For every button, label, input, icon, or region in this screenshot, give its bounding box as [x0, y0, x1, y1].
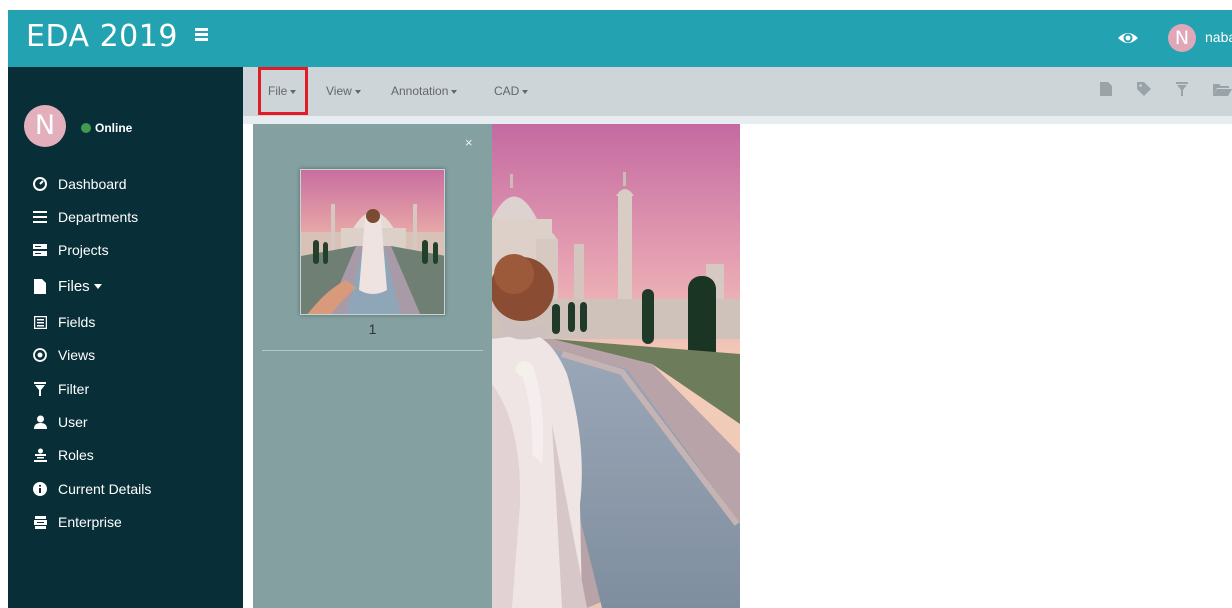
- sidebar-item-label: Departments: [58, 209, 139, 225]
- view-menu[interactable]: View: [326, 84, 361, 98]
- close-icon[interactable]: ×: [465, 135, 473, 150]
- sidebar-avatar: N: [24, 105, 66, 147]
- thumbnail-divider: [262, 350, 483, 351]
- list-icon: [32, 209, 48, 225]
- chevron-down-icon: [451, 90, 458, 94]
- user-icon: [32, 414, 48, 430]
- sidebar-item-label: Views: [58, 347, 96, 363]
- views-icon: [32, 347, 48, 363]
- sidebar-item-projects[interactable]: Projects: [32, 239, 109, 261]
- sidebar-item-files[interactable]: Files: [32, 275, 102, 297]
- roles-icon: [32, 447, 48, 463]
- top-header: EDA 2019 N naba: [8, 10, 1232, 67]
- annotation-menu-label: Annotation: [391, 84, 449, 98]
- cad-menu[interactable]: CAD: [494, 84, 529, 98]
- info-icon: [32, 481, 48, 497]
- sidebar-item-label: User: [58, 414, 88, 430]
- sidebar: N Online Dashboard Departments Projects …: [8, 67, 243, 608]
- sidebar-item-label: Fields: [58, 314, 96, 330]
- projects-icon: [32, 242, 48, 258]
- sidebar-item-views[interactable]: Views: [32, 344, 95, 366]
- folder-open-icon[interactable]: [1213, 82, 1232, 98]
- sidebar-item-label: Projects: [58, 242, 109, 258]
- enterprise-icon: [32, 514, 48, 530]
- sidebar-item-fields[interactable]: Fields: [32, 311, 95, 333]
- toolbar-divider-strip: [243, 116, 1232, 124]
- new-file-icon[interactable]: [1100, 82, 1116, 98]
- viewer-toolbar: File View Annotation CAD: [243, 67, 1232, 116]
- hamburger-menu-icon[interactable]: [195, 28, 209, 42]
- annotation-menu[interactable]: Annotation: [391, 84, 458, 98]
- file-menu-highlight: [258, 67, 308, 115]
- fields-icon: [32, 314, 48, 330]
- online-label: Online: [95, 121, 133, 135]
- sidebar-item-enterprise[interactable]: Enterprise: [32, 511, 122, 533]
- page-number: 1: [368, 321, 377, 337]
- chevron-down-icon: [522, 90, 529, 94]
- sidebar-item-label: Enterprise: [58, 514, 122, 530]
- tag-icon[interactable]: [1137, 82, 1153, 98]
- eye-icon[interactable]: [1116, 27, 1140, 49]
- view-menu-label: View: [326, 84, 352, 98]
- thumbnail-panel: × 1: [253, 124, 492, 608]
- sidebar-item-current-details[interactable]: Current Details: [32, 478, 151, 500]
- document-image[interactable]: [492, 124, 740, 608]
- sidebar-item-label: Filter: [58, 381, 90, 397]
- sidebar-item-departments[interactable]: Departments: [32, 206, 138, 228]
- sidebar-item-label: Dashboard: [58, 176, 127, 192]
- chevron-down-icon: [354, 90, 361, 94]
- filter-icon[interactable]: [1176, 82, 1192, 98]
- sidebar-item-roles[interactable]: Roles: [32, 444, 94, 466]
- app-brand[interactable]: EDA 2019: [26, 19, 178, 54]
- online-dot-icon: [81, 123, 91, 133]
- filter-icon: [32, 381, 48, 397]
- user-avatar[interactable]: N: [1168, 24, 1196, 52]
- sidebar-item-label: Current Details: [58, 481, 152, 497]
- online-status: Online: [81, 121, 132, 135]
- sidebar-item-dashboard[interactable]: Dashboard: [32, 173, 127, 195]
- sidebar-item-label: Roles: [58, 447, 94, 463]
- sidebar-item-user[interactable]: User: [32, 411, 88, 433]
- cad-menu-label: CAD: [494, 84, 520, 98]
- sidebar-item-filter[interactable]: Filter: [32, 378, 89, 400]
- chevron-down-icon: [93, 283, 102, 289]
- sidebar-item-label: Files: [58, 277, 90, 295]
- page-thumbnail[interactable]: [300, 169, 445, 315]
- dashboard-icon: [32, 176, 48, 192]
- file-icon: [32, 278, 48, 294]
- user-name[interactable]: naba: [1205, 29, 1232, 45]
